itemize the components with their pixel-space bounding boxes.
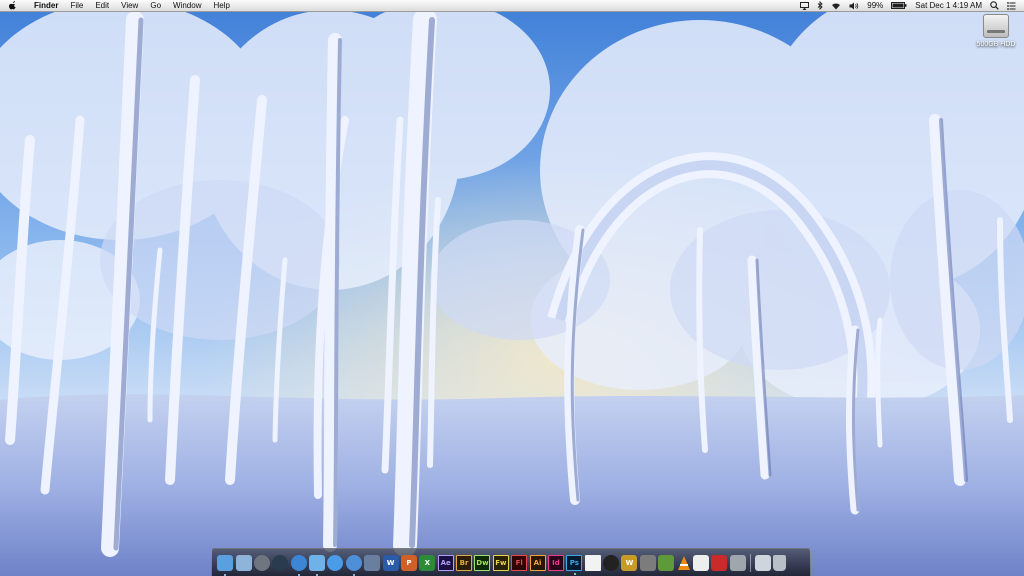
status-menus: 99% Sat Dec 1 4:19 AM bbox=[796, 0, 1020, 11]
running-indicator bbox=[224, 573, 227, 576]
illustrator-icon[interactable]: Ai bbox=[529, 554, 546, 571]
bluetooth-icon[interactable] bbox=[813, 1, 827, 10]
dreamweaver-label: Dw bbox=[476, 558, 489, 567]
acrobat-icon[interactable] bbox=[584, 554, 601, 571]
calendar-icon[interactable] bbox=[692, 554, 709, 571]
running-indicator bbox=[316, 573, 319, 576]
bridge-icon[interactable]: Br bbox=[456, 554, 473, 571]
battery-percent[interactable]: 99% bbox=[863, 0, 887, 11]
menu-go[interactable]: Go bbox=[144, 0, 167, 11]
fireworks-icon[interactable]: Fw bbox=[492, 554, 509, 571]
app-store-icon[interactable] bbox=[327, 554, 344, 571]
battery-icon[interactable] bbox=[887, 2, 911, 9]
powerpoint-label: P bbox=[406, 558, 412, 567]
dock-right-section bbox=[754, 554, 788, 571]
preview-icon[interactable] bbox=[235, 554, 252, 571]
finder-icon[interactable] bbox=[217, 554, 234, 576]
documents-stack-icon[interactable] bbox=[755, 554, 772, 571]
menu-view[interactable]: View bbox=[115, 0, 144, 11]
word-icon[interactable]: W bbox=[382, 554, 399, 571]
dreamweaver-icon[interactable]: Dw bbox=[474, 554, 491, 571]
apple-menu-icon[interactable] bbox=[8, 0, 18, 11]
illustrator-label: Ai bbox=[533, 558, 542, 567]
menu-help[interactable]: Help bbox=[207, 0, 235, 11]
menu-edit[interactable]: Edit bbox=[89, 0, 115, 11]
powerpoint-icon[interactable]: P bbox=[400, 554, 417, 571]
hard-drive-icon bbox=[983, 14, 1009, 38]
photoshop-label: Ps bbox=[569, 558, 579, 567]
hard-drive-desktop-icon[interactable]: 500GB HDD bbox=[972, 14, 1020, 48]
dock: W P X Ae Br Dw Fw Fl Ai Id Ps W bbox=[211, 548, 811, 576]
photo-booth-icon[interactable] bbox=[711, 554, 728, 571]
desktop[interactable]: Finder File Edit View Go Window Help 99%… bbox=[0, 0, 1024, 576]
screenshot-icon[interactable] bbox=[729, 554, 746, 571]
running-indicator bbox=[297, 573, 300, 576]
dock-separator bbox=[749, 553, 751, 572]
photoshop-icon[interactable]: Ps bbox=[566, 554, 583, 575]
indesign-label: Id bbox=[552, 558, 560, 567]
wifi-icon[interactable] bbox=[827, 2, 845, 10]
minecraft-icon[interactable] bbox=[658, 554, 675, 571]
disk-utility-icon[interactable] bbox=[639, 554, 656, 571]
warcraft-label: W bbox=[625, 558, 634, 567]
clock[interactable]: Sat Dec 1 4:19 AM bbox=[911, 0, 986, 11]
flash-label: Fl bbox=[515, 558, 523, 567]
messages-icon[interactable] bbox=[309, 554, 326, 576]
system-preferences-icon[interactable] bbox=[253, 554, 270, 571]
dock-apps: W P X Ae Br Dw Fw Fl Ai Id Ps W bbox=[216, 554, 747, 576]
flash-icon[interactable]: Fl bbox=[511, 554, 528, 571]
wallpaper-snow-forest bbox=[0, 0, 1024, 576]
spotlight-icon[interactable] bbox=[986, 1, 1003, 10]
notification-center-icon[interactable] bbox=[1003, 1, 1020, 10]
dvd-player-icon[interactable] bbox=[603, 554, 620, 571]
word-label: W bbox=[386, 558, 395, 567]
menu-window[interactable]: Window bbox=[167, 0, 207, 11]
safari-icon[interactable] bbox=[290, 554, 307, 576]
after-effects-icon[interactable]: Ae bbox=[437, 554, 454, 571]
trash-icon[interactable] bbox=[773, 554, 787, 571]
warcraft-icon[interactable]: W bbox=[621, 554, 638, 571]
itunes-icon[interactable] bbox=[345, 554, 362, 576]
menu-finder[interactable]: Finder bbox=[28, 0, 64, 11]
fireworks-label: Fw bbox=[495, 558, 507, 567]
vlc-icon[interactable] bbox=[677, 555, 691, 571]
running-indicator bbox=[574, 572, 577, 575]
indesign-icon[interactable]: Id bbox=[547, 554, 564, 571]
hard-drive-label: 500GB HDD bbox=[976, 41, 1016, 48]
volume-icon[interactable] bbox=[845, 2, 863, 10]
xcode-icon[interactable] bbox=[364, 554, 381, 571]
excel-label: X bbox=[424, 558, 431, 567]
menu-bar: Finder File Edit View Go Window Help 99%… bbox=[0, 0, 1024, 12]
airplay-icon[interactable] bbox=[796, 1, 813, 10]
world-of-warcraft-icon[interactable] bbox=[272, 554, 289, 571]
running-indicator bbox=[352, 573, 355, 576]
menu-file[interactable]: File bbox=[64, 0, 89, 11]
excel-icon[interactable]: X bbox=[419, 554, 436, 571]
after-effects-label: Ae bbox=[440, 558, 451, 567]
bridge-label: Br bbox=[459, 558, 469, 567]
